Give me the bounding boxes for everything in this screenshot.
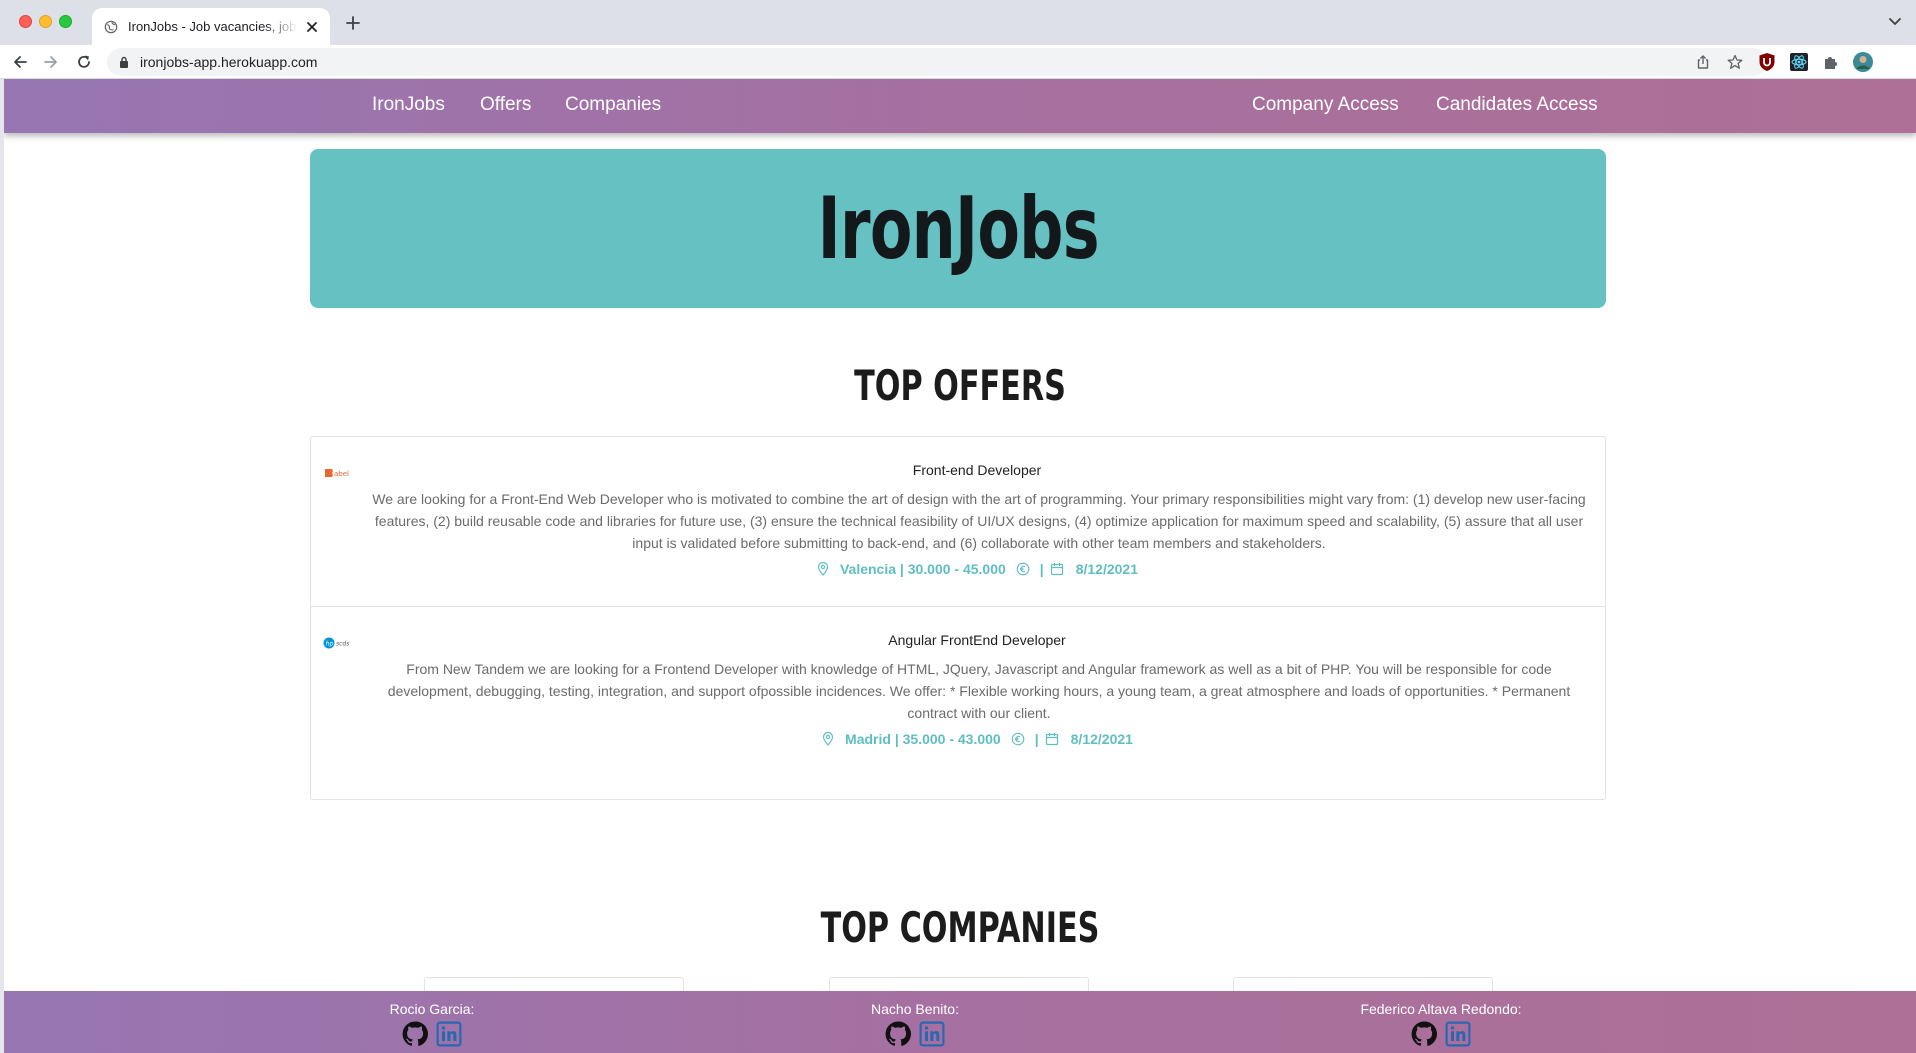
hero-banner: IronJobs	[310, 149, 1606, 308]
github-icon[interactable]	[885, 1021, 911, 1047]
hp-scds-logo-icon: hp scds	[323, 637, 349, 649]
nav-brand-link[interactable]: IronJobs	[372, 94, 445, 116]
babel-logo-icon: abel	[325, 469, 349, 478]
offer-location-salary: Madrid | 35.000 - 43.000	[845, 731, 1001, 747]
author-block: Nacho Benito:	[795, 1001, 1035, 1047]
location-pin-icon	[817, 562, 829, 576]
browser-tab-strip: IronJobs - Job vacancies, job offers	[0, 0, 1916, 45]
tab-title: IronJobs - Job vacancies, job offers	[128, 19, 298, 34]
euro-icon	[1011, 732, 1025, 746]
offer-description: We are looking for a Front-End Web Devel…	[372, 491, 1586, 551]
top-companies-heading: TOP COMPANIES	[820, 903, 1100, 952]
lock-icon[interactable]	[119, 56, 129, 68]
window-minimize-button[interactable]	[39, 15, 52, 28]
calendar-icon	[1045, 733, 1058, 746]
offer-location-salary: Valencia | 30.000 - 45.000	[839, 561, 1006, 577]
meta-separator: |	[1034, 731, 1039, 747]
euro-icon	[1016, 562, 1030, 576]
author-name: Rocio Garcia:	[389, 1001, 475, 1017]
offer-card[interactable]: hp scds Angular FrontEnd Developer From …	[310, 606, 1606, 800]
ublock-extension-icon[interactable]	[1756, 51, 1778, 73]
new-tab-plus-icon[interactable]	[344, 14, 362, 32]
offer-title[interactable]: Angular FrontEnd Developer	[367, 632, 1587, 648]
top-offers-heading: TOP OFFERS	[854, 361, 1066, 410]
calendar-icon	[1050, 563, 1063, 576]
author-name: Federico Altava Redondo:	[1360, 1001, 1522, 1017]
react-devtools-extension-icon[interactable]	[1788, 51, 1810, 73]
author-name: Nacho Benito:	[871, 1001, 959, 1017]
nav-companies-link[interactable]: Companies	[565, 94, 661, 116]
forward-arrow-icon[interactable]	[42, 53, 60, 71]
author-block: Rocio Garcia:	[312, 1001, 552, 1047]
browser-toolbar: ironjobs-app.herokuapp.com	[0, 45, 1916, 79]
chevron-down-icon[interactable]	[1888, 17, 1902, 27]
bookmark-star-icon[interactable]	[1727, 54, 1743, 70]
linkedin-icon[interactable]	[436, 1021, 462, 1047]
linkedin-icon[interactable]	[1445, 1021, 1471, 1047]
window-maximize-button[interactable]	[59, 15, 72, 28]
github-icon[interactable]	[1411, 1021, 1437, 1047]
offer-date: 8/12/2021	[1075, 561, 1139, 577]
hero-title: IronJobs	[817, 178, 1099, 279]
github-icon[interactable]	[402, 1021, 428, 1047]
nav-candidates-access-link[interactable]: Candidates Access	[1436, 94, 1598, 116]
offer-title[interactable]: Front-end Developer	[367, 462, 1587, 478]
globe-icon	[104, 20, 118, 33]
top-navbar: IronJobs Offers Companies Company Access…	[4, 79, 1916, 133]
nav-company-access-link[interactable]: Company Access	[1252, 94, 1399, 116]
url-text: ironjobs-app.herokuapp.com	[140, 54, 318, 70]
window-close-button[interactable]	[19, 15, 32, 28]
nav-offers-link[interactable]: Offers	[480, 94, 531, 116]
page-viewport: IronJobs Offers Companies Company Access…	[4, 79, 1916, 1053]
offer-description: From New Tandem we are looking for a Fro…	[387, 661, 1571, 721]
close-icon[interactable]	[304, 19, 320, 35]
meta-separator: |	[1039, 561, 1044, 577]
svg-text:abel: abel	[334, 470, 349, 478]
puzzle-extensions-icon[interactable]	[1820, 51, 1842, 73]
reload-icon[interactable]	[75, 53, 93, 71]
address-bar[interactable]: ironjobs-app.herokuapp.com	[107, 48, 1767, 76]
offer-meta: Valencia | 30.000 - 45.000 | 8/12/2021	[367, 561, 1587, 577]
profile-avatar[interactable]	[1852, 51, 1874, 73]
browser-tab-active[interactable]: IronJobs - Job vacancies, job offers	[92, 8, 330, 45]
linkedin-icon[interactable]	[919, 1021, 945, 1047]
svg-text:hp: hp	[326, 641, 334, 648]
offer-card[interactable]: abel Front-end Developer We are looking …	[310, 436, 1606, 630]
location-pin-icon	[822, 732, 834, 746]
offer-meta: Madrid | 35.000 - 43.000 | 8/12/2021	[367, 731, 1587, 747]
svg-text:scds: scds	[336, 641, 349, 648]
offer-date: 8/12/2021	[1070, 731, 1133, 747]
author-block: Federico Altava Redondo:	[1321, 1001, 1561, 1047]
footer: Rocio Garcia: Nacho Benito: Federico Alt…	[4, 991, 1916, 1053]
share-icon[interactable]	[1695, 54, 1711, 70]
back-arrow-icon[interactable]	[11, 53, 29, 71]
